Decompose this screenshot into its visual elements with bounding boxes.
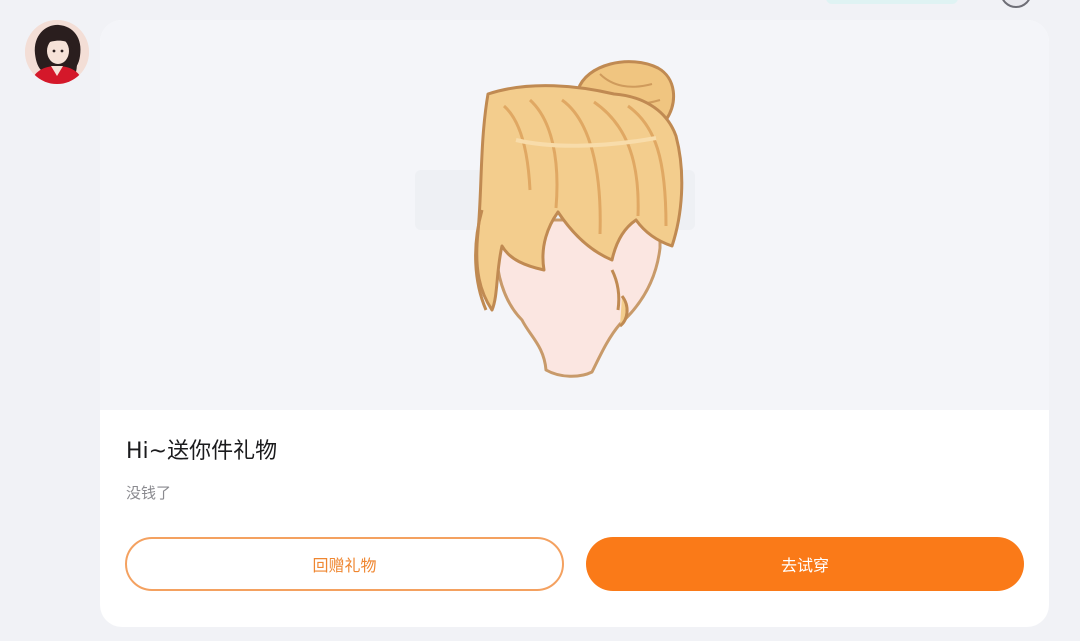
- try-on-button[interactable]: 去试穿: [586, 537, 1024, 591]
- avatar[interactable]: [25, 20, 89, 84]
- chat-screen: Hi~送你件礼物 没钱了 回赠礼物 去试穿: [0, 0, 1080, 641]
- gift-subtitle: 没钱了: [126, 484, 172, 502]
- gift-title: Hi~送你件礼物: [126, 439, 278, 464]
- top-round-button[interactable]: [1000, 0, 1032, 8]
- hair-bun-item-icon: [415, 60, 695, 378]
- gift-item-preview: [100, 20, 1049, 410]
- return-gift-button[interactable]: 回赠礼物: [125, 537, 564, 591]
- top-status-pill: [826, 0, 958, 4]
- gift-card[interactable]: Hi~送你件礼物 没钱了 回赠礼物 去试穿: [100, 20, 1049, 627]
- avatar-image: [25, 20, 89, 84]
